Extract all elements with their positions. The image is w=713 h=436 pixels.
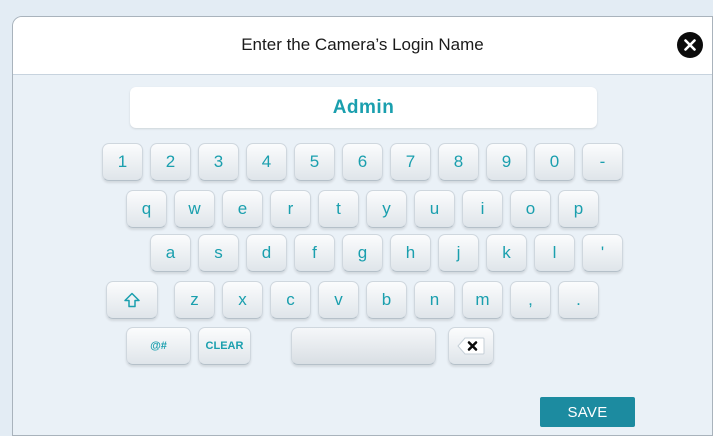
key-k[interactable]: k bbox=[486, 234, 527, 272]
key-label: j bbox=[456, 243, 461, 262]
key-e[interactable]: e bbox=[222, 190, 263, 228]
key-label: x bbox=[238, 290, 247, 309]
key-label: r bbox=[287, 199, 294, 218]
key-7[interactable]: 8 bbox=[438, 143, 479, 181]
key-i[interactable]: i bbox=[462, 190, 503, 228]
key-d[interactable]: d bbox=[246, 234, 287, 272]
key-b[interactable]: b bbox=[366, 281, 407, 319]
key-label: h bbox=[405, 243, 416, 262]
key-label: 5 bbox=[309, 152, 320, 171]
key-'[interactable]: ' bbox=[582, 234, 623, 272]
key-label: 6 bbox=[357, 152, 368, 171]
key-label: 8 bbox=[453, 152, 464, 171]
key-label: 0 bbox=[549, 152, 560, 171]
key-label: q bbox=[141, 199, 152, 218]
key-c[interactable]: c bbox=[270, 281, 311, 319]
key-label: s bbox=[214, 243, 223, 262]
key-label: p bbox=[573, 199, 584, 218]
key-label: - bbox=[599, 152, 606, 171]
key-label: 4 bbox=[261, 152, 272, 171]
key-label: a bbox=[165, 243, 176, 262]
clear-key[interactable]: CLEAR bbox=[198, 327, 251, 365]
save-button[interactable]: SAVE bbox=[540, 397, 635, 427]
key-9[interactable]: 0 bbox=[534, 143, 575, 181]
symbols-key[interactable]: @# bbox=[126, 327, 191, 365]
key-u[interactable]: u bbox=[414, 190, 455, 228]
key-label: l bbox=[552, 243, 557, 262]
key-label: 9 bbox=[501, 152, 512, 171]
key-2[interactable]: 3 bbox=[198, 143, 239, 181]
key-l[interactable]: l bbox=[534, 234, 575, 272]
key-label: 2 bbox=[165, 152, 176, 171]
key-x[interactable]: x bbox=[222, 281, 263, 319]
key-6[interactable]: 7 bbox=[390, 143, 431, 181]
key-p[interactable]: p bbox=[558, 190, 599, 228]
key-period[interactable]: . bbox=[558, 281, 599, 319]
key-label: f bbox=[312, 243, 317, 262]
shift-arrow-icon bbox=[124, 292, 140, 308]
key-n[interactable]: n bbox=[414, 281, 455, 319]
key-s[interactable]: s bbox=[198, 234, 239, 272]
key-o[interactable]: o bbox=[510, 190, 551, 228]
backspace-key[interactable] bbox=[448, 327, 494, 365]
key-label: m bbox=[475, 290, 490, 309]
key-label: c bbox=[286, 290, 295, 309]
key-5[interactable]: 6 bbox=[342, 143, 383, 181]
key-label: g bbox=[357, 243, 368, 262]
key-z[interactable]: z bbox=[174, 281, 215, 319]
key-q[interactable]: q bbox=[126, 190, 167, 228]
key-label: d bbox=[261, 243, 272, 262]
key-label: o bbox=[525, 199, 536, 218]
key-label: @# bbox=[150, 340, 167, 352]
key-t[interactable]: t bbox=[318, 190, 359, 228]
dialog-title: Enter the Camera’s Login Name bbox=[241, 35, 484, 54]
backspace-icon bbox=[457, 337, 485, 355]
key-y[interactable]: y bbox=[366, 190, 407, 228]
key-label: , bbox=[528, 290, 533, 309]
key-label: . bbox=[576, 290, 581, 309]
key-h[interactable]: h bbox=[390, 234, 431, 272]
dialog-header: Enter the Camera’s Login Name bbox=[13, 17, 712, 75]
key-w[interactable]: w bbox=[174, 190, 215, 228]
login-name-dialog: Enter the Camera’s Login Name Admin 1 2 3 4… bbox=[12, 16, 713, 436]
key-g[interactable]: g bbox=[342, 234, 383, 272]
key-4[interactable]: 5 bbox=[294, 143, 335, 181]
key-label: ' bbox=[600, 243, 605, 262]
key-label: 3 bbox=[213, 152, 224, 171]
key-label: i bbox=[480, 199, 485, 218]
key-a[interactable]: a bbox=[150, 234, 191, 272]
key-f[interactable]: f bbox=[294, 234, 335, 272]
key-label: k bbox=[502, 243, 511, 262]
key-label: t bbox=[336, 199, 341, 218]
key-label: n bbox=[429, 290, 440, 309]
login-name-input[interactable]: Admin bbox=[130, 87, 597, 128]
key-3[interactable]: 4 bbox=[246, 143, 287, 181]
key-label: v bbox=[334, 290, 343, 309]
key-0[interactable]: 1 bbox=[102, 143, 143, 181]
close-icon bbox=[684, 39, 696, 51]
key-label: u bbox=[429, 199, 440, 218]
space-key[interactable] bbox=[291, 327, 436, 365]
key-label: b bbox=[381, 290, 392, 309]
key-10[interactable]: - bbox=[582, 143, 623, 181]
key-j[interactable]: j bbox=[438, 234, 479, 272]
key-label: 7 bbox=[405, 152, 416, 171]
key-label: e bbox=[237, 199, 248, 218]
close-button[interactable] bbox=[677, 32, 703, 58]
key-label: y bbox=[382, 199, 391, 218]
key-label: 1 bbox=[117, 152, 128, 171]
key-comma[interactable]: , bbox=[510, 281, 551, 319]
key-v[interactable]: v bbox=[318, 281, 359, 319]
key-8[interactable]: 9 bbox=[486, 143, 527, 181]
key-label: w bbox=[188, 199, 201, 218]
key-r[interactable]: r bbox=[270, 190, 311, 228]
key-m[interactable]: m bbox=[462, 281, 503, 319]
key-label: CLEAR bbox=[205, 340, 244, 352]
key-1[interactable]: 2 bbox=[150, 143, 191, 181]
shift-key[interactable] bbox=[106, 281, 158, 319]
key-label: z bbox=[190, 290, 199, 309]
